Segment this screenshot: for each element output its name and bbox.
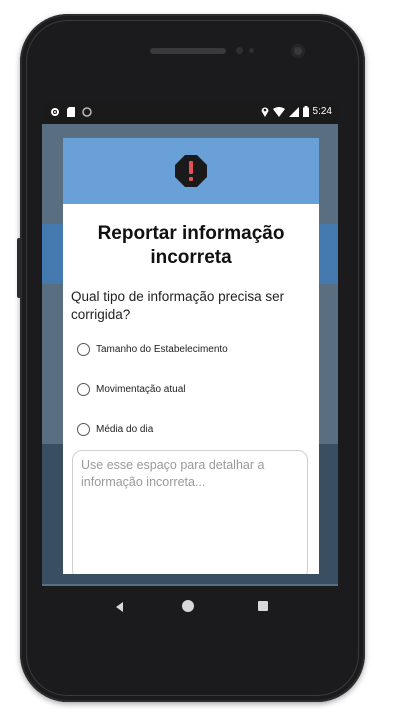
signal-icon	[288, 106, 299, 117]
volume-button[interactable]	[17, 238, 21, 298]
report-dialog: Reportar informação incorreta Qual tipo …	[63, 138, 319, 574]
option-tamanho[interactable]: Tamanho do Estabelecimento	[77, 343, 228, 356]
back-triangle-icon[interactable]	[116, 602, 123, 612]
device-screen: 5:24 Reportar informação incorreta Qual …	[42, 102, 338, 586]
radio-button[interactable]	[77, 383, 90, 396]
status-bar: 5:24	[42, 102, 338, 124]
alert-octagon-icon	[175, 155, 207, 187]
status-time: 5:24	[312, 106, 332, 117]
battery-icon	[302, 106, 309, 117]
home-circle-icon[interactable]	[182, 600, 194, 612]
details-textarea[interactable]: Use esse espaço para detalhar a informaç…	[72, 450, 308, 574]
recent-square-icon[interactable]	[258, 601, 268, 611]
option-label: Média do dia	[96, 424, 154, 435]
option-media[interactable]: Média do dia	[77, 423, 153, 436]
navigation-bar	[60, 592, 322, 626]
option-label: Tamanho do Estabelecimento	[96, 344, 228, 355]
sim-icon	[67, 107, 75, 117]
option-label: Movimentação atual	[96, 384, 186, 395]
option-movimentacao[interactable]: Movimentação atual	[77, 383, 186, 396]
earpiece-speaker	[150, 48, 226, 54]
radio-button[interactable]	[77, 423, 90, 436]
details-placeholder: Use esse espaço para detalhar a informaç…	[81, 458, 265, 489]
wifi-icon	[272, 106, 285, 117]
dialog-title: Reportar informação incorreta	[97, 223, 285, 268]
dialog-header	[63, 138, 319, 204]
proximity-sensor	[236, 47, 243, 54]
gear-icon	[51, 108, 59, 116]
dialog-question: Qual tipo de informação precisa ser corr…	[71, 289, 285, 322]
radio-button[interactable]	[77, 343, 90, 356]
location-icon	[261, 107, 269, 117]
light-sensor	[249, 48, 254, 53]
front-camera	[291, 44, 305, 58]
sync-icon	[82, 107, 92, 117]
